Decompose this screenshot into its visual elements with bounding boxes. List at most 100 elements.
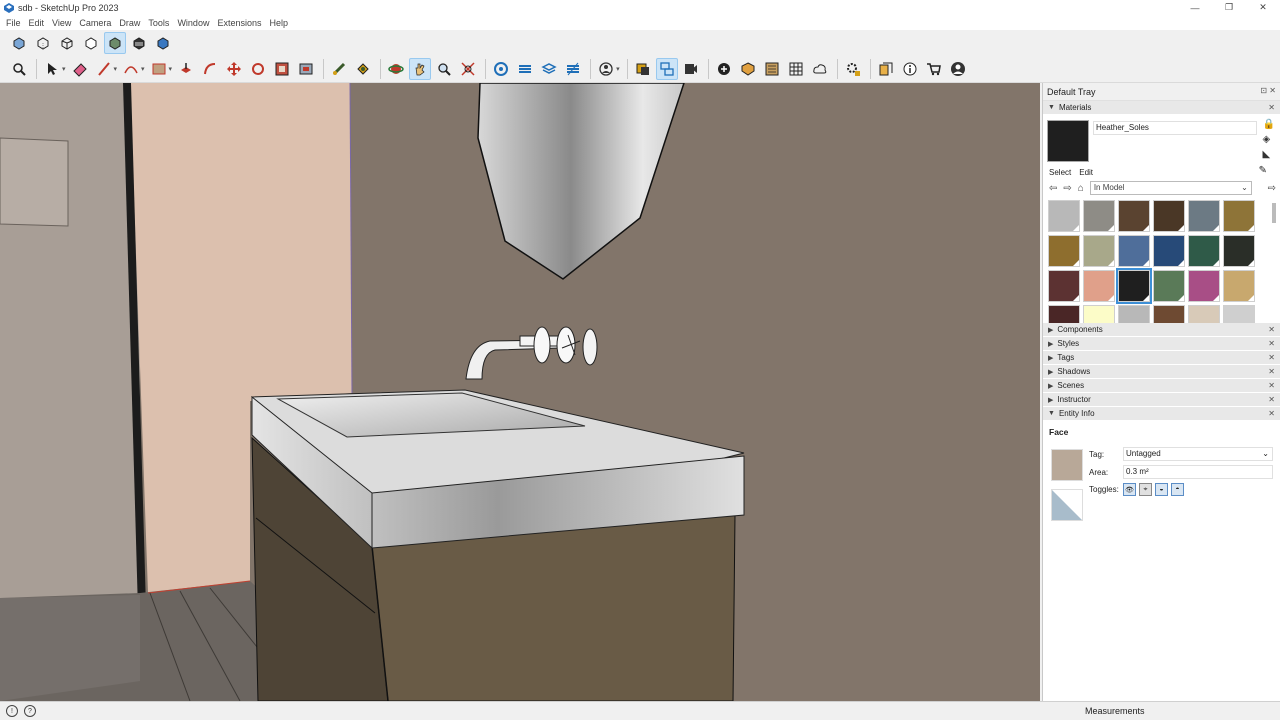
- back-edges-icon[interactable]: [32, 32, 54, 54]
- section-fill-icon[interactable]: [538, 58, 560, 80]
- material-swatch[interactable]: [1118, 305, 1150, 323]
- rotate-icon[interactable]: [247, 58, 269, 80]
- material-swatch[interactable]: [1153, 235, 1185, 267]
- menu-draw[interactable]: Draw: [115, 18, 144, 28]
- arc-dropdown-icon[interactable]: ▾: [141, 65, 145, 73]
- forward-arrow-icon[interactable]: ⇨: [1063, 183, 1071, 194]
- lock-icon[interactable]: 🔒: [1263, 119, 1275, 130]
- line-dropdown-icon[interactable]: ▾: [114, 65, 118, 73]
- orbit-icon[interactable]: [385, 58, 407, 80]
- back-arrow-icon[interactable]: ⇦: [1049, 183, 1057, 194]
- back-material-swatch[interactable]: [1051, 489, 1083, 521]
- menu-window[interactable]: Window: [173, 18, 213, 28]
- material-swatch[interactable]: [1083, 270, 1115, 302]
- create-material-icon[interactable]: ◈: [1263, 134, 1275, 145]
- pan-icon[interactable]: [409, 58, 432, 80]
- eraser-icon[interactable]: [69, 58, 91, 80]
- tab-edit[interactable]: Edit: [1079, 168, 1093, 177]
- sandbox-icon[interactable]: [785, 58, 807, 80]
- select-icon[interactable]: [41, 58, 63, 80]
- material-swatch[interactable]: [1083, 305, 1115, 323]
- materials-panel-header[interactable]: ▼ Materials ✕: [1043, 101, 1280, 115]
- close-panel-icon[interactable]: ✕: [1268, 353, 1275, 362]
- close-panel-icon[interactable]: ✕: [1268, 339, 1275, 348]
- materials-icon[interactable]: [761, 58, 783, 80]
- components-panel-header[interactable]: ▶ Components ✕: [1043, 323, 1280, 337]
- move-icon[interactable]: [223, 58, 245, 80]
- tab-select[interactable]: Select: [1049, 168, 1071, 177]
- follow-me-icon[interactable]: [199, 58, 221, 80]
- zoom-icon[interactable]: [8, 58, 30, 80]
- section-display-icon[interactable]: [514, 58, 536, 80]
- close-panel-icon[interactable]: ✕: [1268, 103, 1275, 112]
- scale-icon[interactable]: [271, 58, 293, 80]
- material-swatch[interactable]: [1223, 235, 1255, 267]
- arc-icon[interactable]: [120, 58, 142, 80]
- material-name-field[interactable]: Heather_Soles: [1093, 121, 1257, 135]
- material-swatch[interactable]: [1116, 268, 1152, 304]
- rectangle-icon[interactable]: [148, 58, 170, 80]
- scenes-panel-header[interactable]: ▶ Scenes ✕: [1043, 379, 1280, 393]
- section-cut-icon[interactable]: [562, 58, 584, 80]
- account-menu-icon[interactable]: [595, 58, 617, 80]
- tags-icon[interactable]: [680, 58, 702, 80]
- material-swatch[interactable]: [1188, 270, 1220, 302]
- material-swatch[interactable]: [1048, 235, 1080, 267]
- tray-controls[interactable]: ⊡ ✕: [1260, 86, 1276, 95]
- close-panel-icon[interactable]: ✕: [1268, 381, 1275, 390]
- home-icon[interactable]: ⌂: [1078, 183, 1084, 194]
- close-button[interactable]: ✕: [1246, 0, 1280, 15]
- tags-panel-header[interactable]: ▶ Tags ✕: [1043, 351, 1280, 365]
- receive-shadows-toggle-icon[interactable]: ◓: [1171, 483, 1184, 496]
- rectangle-dropdown-icon[interactable]: ▾: [169, 65, 173, 73]
- paint-bucket-icon[interactable]: [352, 58, 374, 80]
- zoom-window-icon[interactable]: [433, 58, 455, 80]
- current-material-swatch[interactable]: [1047, 120, 1089, 162]
- extension-manager-icon[interactable]: [842, 58, 864, 80]
- account-icon[interactable]: [947, 58, 969, 80]
- warehouse-icon[interactable]: [923, 58, 945, 80]
- wireframe-icon[interactable]: [56, 32, 78, 54]
- status-warning-icon[interactable]: !: [6, 705, 18, 717]
- default-material-icon[interactable]: ◣: [1263, 149, 1275, 160]
- material-swatch[interactable]: [1048, 305, 1080, 323]
- material-swatch[interactable]: [1118, 235, 1150, 267]
- tag-select[interactable]: Untagged ⌄: [1123, 447, 1273, 461]
- add-location-icon[interactable]: [713, 58, 735, 80]
- close-panel-icon[interactable]: ✕: [1268, 367, 1275, 376]
- instructor-panel-header[interactable]: ▶ Instructor ✕: [1043, 393, 1280, 407]
- menu-help[interactable]: Help: [265, 18, 292, 28]
- section-plane-icon[interactable]: [490, 58, 512, 80]
- material-swatch[interactable]: [1153, 270, 1185, 302]
- material-swatch[interactable]: [1188, 235, 1220, 267]
- hidden-line-icon[interactable]: [80, 32, 102, 54]
- material-swatch[interactable]: [1083, 200, 1115, 232]
- material-swatch[interactable]: [1188, 305, 1220, 323]
- face-material-swatch[interactable]: [1051, 449, 1083, 481]
- material-swatch[interactable]: [1223, 270, 1255, 302]
- material-swatch[interactable]: [1223, 200, 1255, 232]
- swatch-scrollbar[interactable]: [1272, 203, 1276, 223]
- components-icon[interactable]: [632, 58, 654, 80]
- measurements-input[interactable]: [1148, 704, 1276, 719]
- material-swatch[interactable]: [1048, 200, 1080, 232]
- cast-shadows-toggle-icon[interactable]: ◒: [1155, 483, 1168, 496]
- shadows-panel-header[interactable]: ▶ Shadows ✕: [1043, 365, 1280, 379]
- cloud-icon[interactable]: [809, 58, 831, 80]
- minimize-button[interactable]: —: [1178, 0, 1212, 15]
- outliner-icon[interactable]: [655, 58, 678, 80]
- menu-tools[interactable]: Tools: [144, 18, 173, 28]
- menu-edit[interactable]: Edit: [25, 18, 49, 28]
- collection-select[interactable]: In Model ⌄: [1089, 181, 1252, 195]
- geo-icon[interactable]: [737, 58, 759, 80]
- details-arrow-icon[interactable]: ⇨: [1268, 183, 1276, 194]
- close-panel-icon[interactable]: ✕: [1268, 395, 1275, 404]
- entity-info-panel-header[interactable]: ▼ Entity Info ✕: [1043, 407, 1280, 421]
- material-swatch[interactable]: [1083, 235, 1115, 267]
- material-swatch[interactable]: [1188, 200, 1220, 232]
- menu-view[interactable]: View: [48, 18, 75, 28]
- lock-toggle-icon[interactable]: ⌖: [1139, 483, 1152, 496]
- area-field[interactable]: 0.3 m²: [1123, 465, 1273, 479]
- sample-paint-icon[interactable]: ✎: [1259, 165, 1267, 176]
- zoom-extents-icon[interactable]: [457, 58, 479, 80]
